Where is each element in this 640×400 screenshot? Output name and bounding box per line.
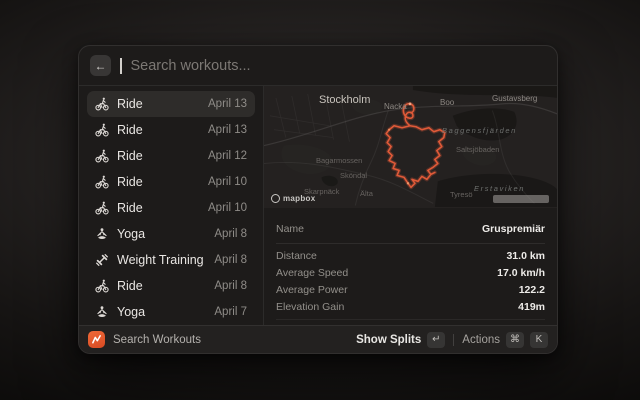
search-header: ←: [79, 46, 557, 86]
map-label: Bagarmossen: [316, 156, 362, 165]
map-label: Saltsjöbaden: [456, 145, 499, 154]
bike-icon: [95, 279, 109, 293]
return-key-icon: ↵: [427, 332, 445, 348]
bike-icon: [95, 175, 109, 189]
detail-value: 419m: [518, 301, 545, 313]
bike-icon: [95, 149, 109, 163]
detail-pane: Stockholm Nacka Boo Gustavsberg Baggensfjärd…: [264, 86, 557, 325]
workout-date: April 7: [214, 306, 247, 318]
map-canvas[interactable]: Stockholm Nacka Boo Gustavsberg Baggensfjärd…: [264, 86, 557, 208]
workout-date: April 12: [208, 150, 247, 162]
mapbox-wordmark: mapbox: [283, 194, 315, 203]
yoga-icon: [95, 305, 109, 319]
workout-label: Ride: [117, 175, 200, 189]
show-splits-label: Show Splits: [356, 334, 421, 346]
detail-value: Gruspremiär: [482, 223, 545, 235]
map-label: Tyresö: [450, 190, 473, 199]
detail-label: Average Power: [276, 284, 348, 296]
workout-date: April 8: [214, 280, 247, 292]
k-key-icon: K: [530, 332, 548, 348]
workout-date: April 10: [208, 202, 247, 214]
extension-name: Search Workouts: [113, 334, 348, 346]
map-label: Sköndal: [340, 171, 367, 180]
list-item[interactable]: Ride April 13: [87, 91, 255, 117]
footer-divider: [453, 334, 454, 346]
workout-date: April 8: [214, 228, 247, 240]
map-label: Baggensfjärden: [442, 126, 517, 135]
workout-date: April 8: [214, 254, 247, 266]
show-splits-button[interactable]: Show Splits ↵: [356, 332, 445, 348]
workout-label: Yoga: [117, 305, 206, 319]
workout-date: April 10: [208, 176, 247, 188]
actions-label: Actions: [462, 334, 500, 346]
detail-row: Name Gruspremiär: [276, 214, 545, 244]
workout-label: Ride: [117, 123, 200, 137]
row-divider: [276, 319, 545, 320]
list-item[interactable]: Weight Training April 8: [87, 247, 255, 273]
window-body: RideApril 13RideApril 13RideApril 12Ride…: [79, 86, 557, 325]
workout-label: Weight Training: [117, 253, 206, 267]
map-label: Erstaviken: [474, 184, 525, 193]
back-button[interactable]: ←: [90, 55, 111, 76]
workout-label: Ride: [117, 201, 200, 215]
yoga-icon: [95, 227, 109, 241]
app-icon: [88, 331, 105, 348]
workout-label: Ride: [117, 279, 206, 293]
bike-icon: [95, 201, 109, 215]
search-input[interactable]: [131, 58, 547, 74]
map-label: Älta: [360, 189, 373, 198]
map-label: Gustavsberg: [492, 94, 537, 103]
actions-button[interactable]: Actions ⌘ K: [462, 332, 548, 348]
list-item[interactable]: Ride April 10: [87, 169, 255, 195]
bike-icon: [95, 123, 109, 137]
footer-bar: Search Workouts Show Splits ↵ Actions ⌘ …: [79, 325, 557, 353]
list-item[interactable]: Ride April 13: [87, 117, 255, 143]
detail-row: Elevation Gain 419m: [276, 298, 545, 315]
detail-label: Name: [276, 223, 304, 235]
list-item[interactable]: Ride April 12: [87, 143, 255, 169]
gps-route: [386, 102, 445, 187]
map-attribution[interactable]: [493, 195, 549, 203]
detail-value: 31.0 km: [506, 250, 545, 262]
mapbox-logo[interactable]: mapbox: [271, 194, 315, 203]
list-item[interactable]: Yoga April 8: [87, 221, 255, 247]
route-zigzag-icon: [90, 333, 103, 346]
detail-value: 122.2: [519, 284, 545, 296]
list-item[interactable]: Ride April 8: [87, 273, 255, 299]
detail-table: Name Gruspremiär Distance 31.0 km Average Sp…: [264, 208, 557, 325]
workout-date: April 13: [208, 98, 247, 110]
command-palette-window: ← RideApril 13RideApril 13RideApril 12Ri…: [78, 45, 558, 354]
text-caret: [120, 58, 122, 74]
map-label: Stockholm: [319, 94, 370, 106]
detail-label: Distance: [276, 250, 317, 262]
bike-icon: [95, 97, 109, 111]
detail-value: 17.0 km/h: [497, 267, 545, 279]
detail-row: Average Speed 17.0 km/h: [276, 264, 545, 281]
desktop-background: ← RideApril 13RideApril 13RideApril 12Ri…: [0, 0, 640, 400]
detail-row: Average Power 122.2: [276, 281, 545, 298]
workout-label: Ride: [117, 149, 200, 163]
detail-label: Elevation Gain: [276, 301, 344, 313]
map-label: Boo: [440, 98, 454, 107]
arrow-left-icon: ←: [95, 59, 107, 73]
detail-label: Average Speed: [276, 267, 348, 279]
list-item[interactable]: Ride April 10: [87, 195, 255, 221]
workout-date: April 13: [208, 124, 247, 136]
workout-list: RideApril 13RideApril 13RideApril 12Ride…: [79, 86, 263, 325]
workout-label: Yoga: [117, 227, 206, 241]
weights-icon: [95, 253, 109, 267]
map-label: Nacka: [384, 102, 407, 111]
command-key-icon: ⌘: [506, 332, 524, 348]
detail-row: Distance 31.0 km: [276, 247, 545, 264]
workout-label: Ride: [117, 97, 200, 111]
list-item[interactable]: Yoga April 7: [87, 299, 255, 325]
mapbox-icon: [271, 194, 280, 203]
